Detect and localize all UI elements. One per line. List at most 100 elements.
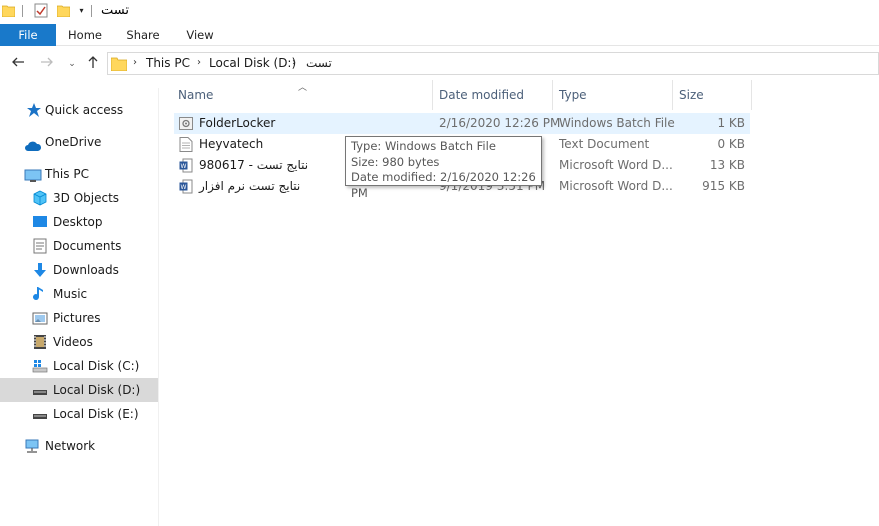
divider [22, 5, 23, 17]
back-arrow-icon[interactable] [10, 55, 26, 71]
sidebar-item-label: Quick access [45, 103, 124, 117]
text-file-icon [179, 137, 193, 152]
sidebar-item-local-disk-e[interactable]: Local Disk (E:) [0, 402, 158, 426]
up-arrow-icon[interactable] [85, 55, 101, 71]
sidebar-item-label: Desktop [53, 215, 103, 229]
sidebar-item-videos[interactable]: Videos [0, 330, 158, 354]
sidebar-item-label: Local Disk (C:) [53, 359, 140, 373]
sidebar-item-downloads[interactable]: Downloads [0, 258, 158, 282]
tab-view[interactable]: View [179, 24, 221, 46]
star-icon [26, 102, 42, 118]
column-divider[interactable] [751, 80, 752, 110]
sidebar-item-label: OneDrive [45, 135, 102, 149]
drive-icon [32, 406, 48, 422]
file-name: نتایج تست - 980617 [199, 158, 309, 172]
divider [91, 5, 92, 17]
sidebar-item-music[interactable]: Music [0, 282, 158, 306]
sidebar-item-onedrive[interactable]: OneDrive [0, 130, 158, 154]
sidebar-item-documents[interactable]: Documents [0, 234, 158, 258]
sidebar-item-label: Videos [53, 335, 93, 349]
sidebar-item-label: Downloads [53, 263, 119, 277]
cloud-icon [24, 136, 42, 152]
file-name: FolderLocker [199, 116, 276, 130]
navigation-pane: Quick access OneDrive This PC 3D Objects… [0, 88, 159, 526]
breadcrumb-local-disk-d[interactable]: Local Disk (D:) [209, 56, 296, 70]
desktop-icon [32, 214, 48, 230]
sidebar-item-local-disk-d[interactable]: Local Disk (D:) [0, 378, 158, 402]
windows-drive-icon [32, 358, 48, 374]
svg-text:W: W [181, 184, 187, 191]
file-type: Microsoft Word D... [559, 158, 673, 172]
breadcrumb-chevron-icon[interactable]: › [197, 57, 201, 68]
word-file-icon: W [179, 179, 193, 194]
sidebar-item-label: Network [45, 439, 96, 453]
file-size: 1 KB [717, 116, 745, 130]
music-icon [33, 286, 49, 302]
sidebar-item-quick-access[interactable]: Quick access [0, 98, 158, 122]
breadcrumb-current-folder[interactable]: تست [306, 56, 332, 70]
column-header-type[interactable]: Type [559, 84, 587, 108]
network-icon [24, 438, 40, 454]
sidebar-item-3d-objects[interactable]: 3D Objects [0, 186, 158, 210]
folder-icon [2, 4, 15, 17]
column-divider[interactable] [552, 80, 553, 110]
table-row[interactable]: FolderLocker 2/16/2020 12:26 PM Windows … [174, 113, 750, 134]
file-type: Text Document [559, 137, 650, 151]
file-size: 13 KB [709, 158, 745, 172]
sidebar-item-label: Pictures [53, 311, 101, 325]
customize-quick-access-dropdown[interactable]: ▾ [77, 6, 86, 16]
tooltip-size: Size: 980 bytes [351, 154, 440, 169]
sidebar-item-label: Documents [53, 239, 122, 253]
tab-share[interactable]: Share [121, 24, 165, 46]
sidebar-item-label: 3D Objects [53, 191, 120, 205]
ribbon-tabs: File Home Share View [0, 24, 879, 46]
svg-text:W: W [181, 163, 187, 170]
file-size: 915 KB [702, 179, 745, 193]
drive-icon [32, 382, 48, 398]
sidebar-item-network[interactable]: Network [0, 434, 158, 458]
tab-file[interactable]: File [0, 24, 56, 46]
title-bar: ▾ تست [0, 0, 879, 24]
file-info-tooltip: Type: Windows Batch File Size: 980 bytes… [345, 136, 542, 200]
sidebar-item-pictures[interactable]: Pictures [0, 306, 158, 330]
sidebar-item-desktop[interactable]: Desktop [0, 210, 158, 234]
download-icon [32, 262, 48, 278]
file-name: نتایج تست نرم افزار [199, 179, 301, 193]
folder-icon [110, 56, 128, 74]
file-date-modified: 2/16/2020 12:26 PM [439, 116, 561, 130]
column-header-date-modified[interactable]: Date modified [439, 84, 524, 108]
column-header-size[interactable]: Size [679, 84, 704, 108]
file-type: Microsoft Word D... [559, 179, 673, 193]
sidebar-item-label: Music [53, 287, 88, 301]
window-title: تست [101, 3, 129, 18]
file-size: 0 KB [717, 137, 745, 151]
recent-locations-chevron-icon[interactable]: ⌄ [64, 56, 80, 72]
breadcrumb-this-pc[interactable]: This PC [146, 56, 190, 70]
tooltip-type: Type: Windows Batch File [351, 139, 496, 153]
sidebar-item-label: Local Disk (E:) [53, 407, 139, 421]
word-file-icon: W [179, 158, 193, 173]
documents-icon [33, 238, 49, 254]
sidebar-item-label: This PC [45, 167, 89, 181]
column-divider[interactable] [672, 80, 673, 110]
column-divider[interactable] [432, 80, 433, 110]
sidebar-item-local-disk-c[interactable]: Local Disk (C:) [0, 354, 158, 378]
file-name: Heyvatech [199, 137, 264, 151]
breadcrumb-chevron-icon[interactable]: › [133, 57, 137, 68]
forward-arrow-icon[interactable] [39, 55, 55, 71]
video-icon [33, 334, 49, 350]
column-header-name[interactable]: Name [178, 84, 213, 108]
properties-icon[interactable] [34, 3, 48, 18]
address-bar[interactable]: › This PC › Local Disk (D:) › تست [107, 52, 879, 75]
breadcrumb-chevron-icon[interactable]: › [292, 57, 296, 68]
sidebar-item-label: Local Disk (D:) [53, 383, 141, 397]
computer-icon [24, 167, 42, 183]
pictures-icon [32, 310, 48, 326]
tooltip-date-modified: Date modified: 2/16/2020 12:26 PM [351, 170, 536, 200]
file-type: Windows Batch File [559, 116, 675, 130]
batch-file-icon [179, 116, 193, 131]
cube-icon [32, 190, 48, 206]
tab-home[interactable]: Home [63, 24, 107, 46]
new-folder-icon[interactable] [57, 4, 70, 17]
sidebar-item-this-pc[interactable]: This PC [0, 162, 158, 186]
